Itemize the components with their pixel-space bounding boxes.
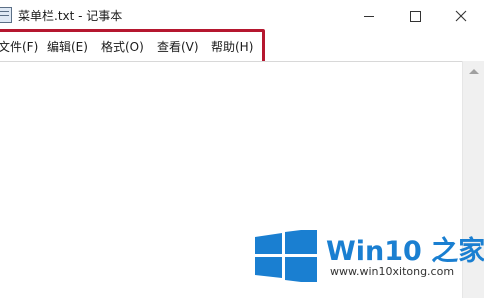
scroll-up-icon[interactable] — [469, 69, 479, 74]
maximize-button[interactable] — [392, 0, 438, 32]
close-button[interactable] — [438, 0, 484, 32]
menu-highlight-box — [0, 29, 265, 65]
windows-logo-icon — [255, 230, 317, 282]
maximize-icon — [409, 10, 421, 22]
minimize-icon — [364, 15, 374, 17]
window-title: 菜单栏.txt - 记事本 — [18, 9, 123, 23]
watermark-url: www.win10xitong.com — [330, 265, 455, 278]
close-icon — [455, 10, 467, 22]
title-bar: 菜单栏.txt - 记事本 — [0, 0, 484, 32]
notepad-icon — [0, 7, 12, 23]
minimize-button[interactable] — [346, 0, 392, 32]
watermark-brand: Win10 之家 — [326, 236, 484, 267]
